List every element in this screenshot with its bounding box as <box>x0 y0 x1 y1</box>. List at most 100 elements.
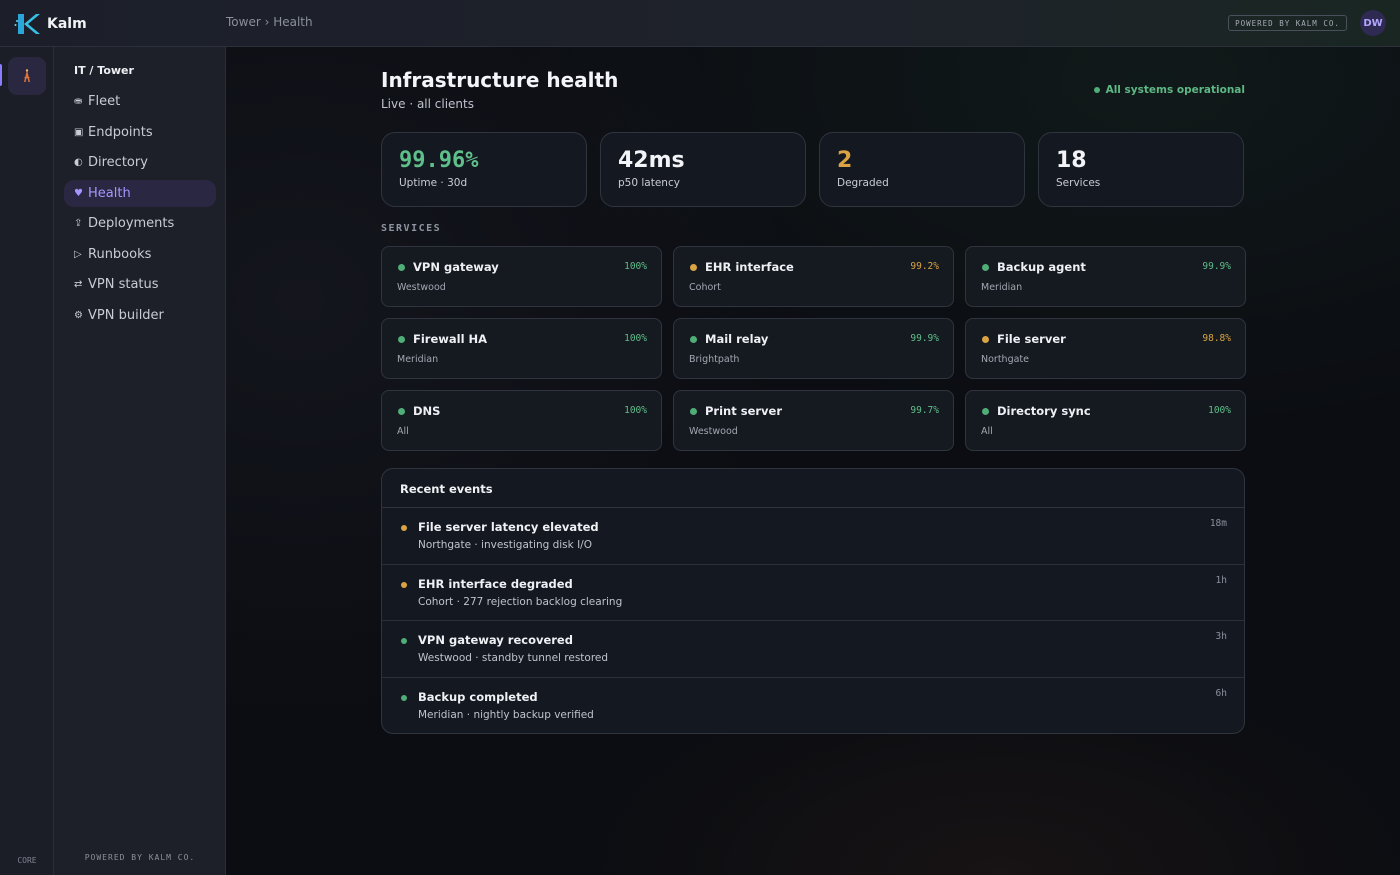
sidebar-item-vpn-status[interactable]: ⇄ VPN status <box>64 271 216 298</box>
rail-footer: CORE <box>17 856 37 865</box>
kpi-label: Degraded <box>837 177 889 189</box>
app-logo[interactable]: Kalm <box>14 12 87 36</box>
service-card[interactable]: EHR interface 99.2% Cohort <box>673 246 954 307</box>
sidebar-item-health[interactable]: ♥ Health <box>64 179 216 207</box>
service-card[interactable]: Mail relay 99.9% Brightpath <box>673 318 954 379</box>
service-name: VPN gateway <box>413 260 499 274</box>
kpi-value: 2 <box>837 148 853 173</box>
kpi-row: 99.96% Uptime · 30d 42ms p50 latency 2 D… <box>381 132 1245 207</box>
sidebar: IT / Tower ⛂ Fleet ▣ Endpoints ◐ Directory … <box>54 47 226 875</box>
top-bar: Kalm Tower › Health POWERED BY KALM CO. … <box>0 0 1400 47</box>
recent-events-panel: Recent events File server latency elevat… <box>381 468 1245 734</box>
service-name: Backup agent <box>997 260 1086 274</box>
event-detail: Northgate · investigating disk I/O <box>418 539 592 551</box>
service-client: Brightpath <box>689 354 740 365</box>
tower-icon <box>24 69 30 82</box>
fleet-icon: ⛂ <box>74 96 83 107</box>
service-card[interactable]: Directory sync 100% All <box>965 390 1246 451</box>
sidebar-item-label: Runbooks <box>88 246 152 262</box>
event-detail: Meridian · nightly backup verified <box>418 708 594 721</box>
icon-rail: CORE <box>0 47 54 875</box>
event-detail: Cohort · 277 rejection backlog clearing <box>418 595 623 608</box>
status-dot-icon <box>401 694 407 701</box>
service-card[interactable]: File server 98.8% Northgate <box>965 318 1246 379</box>
event-row[interactable]: Backup completed Meridian · nightly backu… <box>382 678 1244 734</box>
service-uptime: 99.7% <box>910 405 939 416</box>
event-title: EHR interface degraded <box>418 576 573 591</box>
directory-icon: ◐ <box>74 157 83 168</box>
sidebar-item-endpoints[interactable]: ▣ Endpoints <box>64 119 216 146</box>
avatar[interactable]: DW <box>1360 10 1386 36</box>
kpi-card-services: 18 Services <box>1038 132 1244 207</box>
service-client: All <box>981 426 993 437</box>
service-uptime: 99.2% <box>910 261 939 272</box>
page-subtitle: Live · all clients <box>381 97 474 111</box>
sidebar-item-label: VPN builder <box>88 307 164 323</box>
gear-icon: ⚙ <box>74 309 83 321</box>
service-uptime: 99.9% <box>1202 261 1231 272</box>
service-uptime: 100% <box>624 405 647 416</box>
sidebar-item-label: Directory <box>88 155 148 170</box>
status-dot-icon <box>690 264 697 271</box>
service-client: Westwood <box>397 282 446 293</box>
service-card[interactable]: VPN gateway 100% Westwood <box>381 246 662 307</box>
service-client: Westwood <box>689 426 738 437</box>
kpi-card-latency: 42ms p50 latency <box>600 132 806 207</box>
status-dot-icon <box>982 408 989 415</box>
sidebar-nav: ⛂ Fleet ▣ Endpoints ◐ Directory ♥ Health ⇪ De… <box>64 88 216 332</box>
app-name: Kalm <box>47 16 87 32</box>
kpi-card-uptime: 99.96% Uptime · 30d <box>381 132 587 207</box>
recent-events-heading: Recent events <box>382 469 1244 508</box>
deployments-icon: ⇪ <box>74 218 83 229</box>
service-name: Mail relay <box>705 332 769 346</box>
service-client: Meridian <box>981 282 1023 293</box>
service-uptime: 99.9% <box>910 333 939 344</box>
service-name: DNS <box>413 404 441 418</box>
event-title: VPN gateway recovered <box>418 633 573 647</box>
event-detail: Westwood · standby tunnel restored <box>418 652 609 664</box>
event-title: Backup completed <box>418 689 538 704</box>
sidebar-item-fleet[interactable]: ⛂ Fleet <box>64 88 216 115</box>
sidebar-item-label: Health <box>88 185 131 201</box>
sidebar-item-deployments[interactable]: ⇪ Deployments <box>64 210 216 237</box>
kpi-value: 18 <box>1056 148 1087 173</box>
rail-item-tower[interactable] <box>8 57 46 95</box>
status-dot-icon <box>398 336 405 343</box>
service-name: Directory sync <box>997 404 1091 418</box>
service-name: File server <box>997 332 1066 346</box>
event-row[interactable]: File server latency elevated Northgate · … <box>382 508 1244 565</box>
kpi-label: Services <box>1056 177 1101 189</box>
service-card[interactable]: Print server 99.7% Westwood <box>673 390 954 451</box>
kpi-value: 99.96% <box>399 148 479 173</box>
sidebar-item-label: Endpoints <box>88 124 153 140</box>
status-dot-icon <box>398 408 405 415</box>
event-title: File server latency elevated <box>418 520 599 534</box>
event-row[interactable]: EHR interface degraded Cohort · 277 rejec… <box>382 565 1244 621</box>
service-uptime: 100% <box>624 261 647 272</box>
event-row[interactable]: VPN gateway recovered Westwood · standby … <box>382 621 1244 678</box>
service-uptime: 100% <box>624 333 647 344</box>
service-card[interactable]: Firewall HA 100% Meridian <box>381 318 662 379</box>
service-name: EHR interface <box>705 260 794 274</box>
system-status-label: All systems operational <box>1105 84 1245 96</box>
swap-icon: ⇄ <box>74 279 83 290</box>
service-card[interactable]: Backup agent 99.9% Meridian <box>965 246 1246 307</box>
sidebar-heading: IT / Tower <box>74 64 134 77</box>
status-dot-icon <box>401 525 407 531</box>
service-name: Firewall HA <box>413 332 488 346</box>
breadcrumb: Tower › Health <box>226 15 313 29</box>
sidebar-item-runbooks[interactable]: ▷ Runbooks <box>64 241 216 268</box>
kpi-label: Uptime · 30d <box>399 177 468 189</box>
status-dot-icon <box>690 408 697 415</box>
service-client: All <box>397 426 409 437</box>
page-title: Infrastructure health <box>381 68 619 92</box>
status-dot-icon <box>401 638 407 644</box>
sidebar-item-directory[interactable]: ◐ Directory <box>64 149 216 176</box>
service-card[interactable]: DNS 100% All <box>381 390 662 451</box>
endpoints-icon: ▣ <box>74 126 84 138</box>
status-dot-icon <box>982 336 989 343</box>
sidebar-item-label: VPN status <box>88 277 159 292</box>
sidebar-item-vpn-builder[interactable]: ⚙ VPN builder <box>64 302 216 329</box>
kalm-logo-icon <box>14 14 40 34</box>
kpi-label: p50 latency <box>618 177 680 189</box>
